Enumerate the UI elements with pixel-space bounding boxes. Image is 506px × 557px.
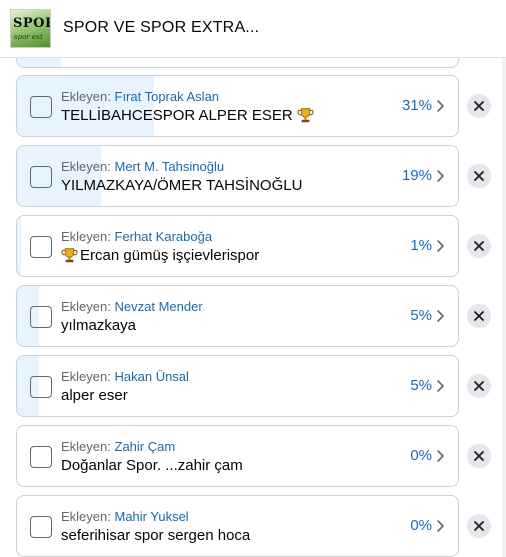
adder-name[interactable]: Ferhat Karaboğa [115, 229, 213, 244]
option-adder: Ekleyen: Mert M. Tahsinoğlu [61, 159, 224, 174]
poll-option[interactable]: Ekleyen: Hakan Ünsal alper eser 5% [16, 355, 459, 417]
trophy-icon [297, 107, 314, 124]
close-icon [474, 311, 484, 321]
option-adder: Ekleyen: Zahir Çam [61, 439, 175, 454]
group-header: SPOR spor ext SPOR VE SPOR EXTRA... [0, 0, 506, 58]
scrollbar[interactable] [502, 58, 506, 557]
close-icon [474, 101, 484, 111]
option-text: seferihisar spor sergen hoca [61, 527, 250, 544]
close-icon [474, 451, 484, 461]
adder-name[interactable]: Nevzat Mender [115, 299, 203, 314]
option-adder: Ekleyen: Fırat Toprak Aslan [61, 89, 219, 104]
added-by-label: Ekleyen: [61, 509, 111, 524]
vote-percent[interactable]: 31% [402, 97, 432, 114]
chevron-right-icon[interactable] [436, 169, 445, 183]
adder-name[interactable]: Hakan Ünsal [115, 369, 189, 384]
chevron-right-icon[interactable] [436, 99, 445, 113]
vote-percent[interactable]: 5% [410, 377, 432, 394]
close-icon [474, 381, 484, 391]
chevron-right-icon[interactable] [436, 309, 445, 323]
added-by-label: Ekleyen: [61, 439, 111, 454]
option-checkbox[interactable] [30, 306, 52, 328]
added-by-label: Ekleyen: [61, 369, 111, 384]
option-text: alper eser [61, 387, 128, 404]
option-text: TELLİBAHCESPOR ALPER ESER [61, 107, 314, 124]
adder-name[interactable]: Zahir Çam [115, 439, 176, 454]
option-label: seferihisar spor sergen hoca [61, 527, 251, 544]
option-checkbox[interactable] [30, 166, 52, 188]
chevron-right-icon[interactable] [436, 239, 445, 253]
poll-option[interactable]: Ekleyen: Ferhat Karaboğa Ercan gümüş işçi… [16, 215, 459, 277]
group-logo[interactable]: SPOR spor ext [10, 9, 51, 48]
option-label: Ercan gümüş işçievlerispor [80, 247, 260, 264]
option-checkbox[interactable] [30, 96, 52, 118]
adder-name[interactable]: Mert M. Tahsinoğlu [115, 159, 225, 174]
option-adder: Ekleyen: Mahir Yuksel [61, 509, 189, 524]
option-text: yılmazkaya [61, 317, 136, 334]
poll-option[interactable]: Ekleyen: Mahir Yuksel seferihisar spor se… [16, 495, 459, 557]
logo-subtext: spor ext [14, 33, 43, 41]
remove-option-button[interactable] [467, 234, 491, 258]
remove-option-button[interactable] [467, 444, 491, 468]
remove-option-button[interactable] [467, 94, 491, 118]
chevron-right-icon[interactable] [436, 449, 445, 463]
vote-fill-bar [17, 216, 21, 276]
close-icon [474, 521, 484, 531]
option-label: yılmazkaya [61, 317, 137, 334]
option-label: TELLİBAHCESPOR ALPER ESER [61, 107, 293, 124]
remove-option-button[interactable] [467, 304, 491, 328]
vote-percent[interactable]: 19% [402, 167, 432, 184]
remove-option-button[interactable] [467, 374, 491, 398]
remove-option-button[interactable] [467, 514, 491, 538]
option-adder: Ekleyen: Ferhat Karaboğa [61, 229, 212, 244]
poll-option[interactable]: Ekleyen: Zahir Çam Doğanlar Spor. ...zahi… [16, 425, 459, 487]
option-checkbox[interactable] [30, 236, 52, 258]
vote-percent[interactable]: 0% [410, 447, 432, 464]
option-label: alper eser [61, 387, 128, 404]
poll-option[interactable]: Ekleyen: Fırat Toprak Aslan TELLİBAHCESPO… [16, 75, 459, 137]
added-by-label: Ekleyen: [61, 229, 111, 244]
option-text: Doğanlar Spor. ...zahir çam [61, 457, 243, 474]
option-label: Doğanlar Spor. ...zahir çam [61, 457, 243, 474]
adder-name[interactable]: Mahir Yuksel [115, 509, 189, 524]
option-checkbox[interactable] [30, 516, 52, 538]
chevron-right-icon[interactable] [436, 519, 445, 533]
poll-option[interactable]: Ekleyen: Mert M. Tahsinoğlu YILMAZKAYA/ÖM… [16, 145, 459, 207]
added-by-label: Ekleyen: [61, 89, 111, 104]
close-icon [474, 171, 484, 181]
option-text: Ercan gümüş işçievlerispor [61, 247, 259, 264]
added-by-label: Ekleyen: [61, 159, 111, 174]
option-text: YILMAZKAYA/ÖMER TAHSİNOĞLU [61, 177, 302, 194]
adder-name[interactable]: Fırat Toprak Aslan [115, 89, 220, 104]
group-title[interactable]: SPOR VE SPOR EXTRA... [63, 19, 259, 37]
option-label: YILMAZKAYA/ÖMER TAHSİNOĞLU [61, 177, 303, 194]
option-checkbox[interactable] [30, 376, 52, 398]
added-by-label: Ekleyen: [61, 299, 111, 314]
option-adder: Ekleyen: Hakan Ünsal [61, 369, 189, 384]
vote-percent[interactable]: 0% [410, 517, 432, 534]
option-checkbox[interactable] [30, 446, 52, 468]
option-adder: Ekleyen: Nevzat Mender [61, 299, 203, 314]
chevron-right-icon[interactable] [436, 379, 445, 393]
logo-text: SPOR [13, 16, 50, 31]
vote-percent[interactable]: 5% [410, 307, 432, 324]
vote-percent[interactable]: 1% [410, 237, 432, 254]
trophy-icon [61, 247, 78, 264]
poll-option[interactable]: Ekleyen: Nevzat Mender yılmazkaya 5% [16, 285, 459, 347]
remove-option-button[interactable] [467, 164, 491, 188]
close-icon [474, 241, 484, 251]
